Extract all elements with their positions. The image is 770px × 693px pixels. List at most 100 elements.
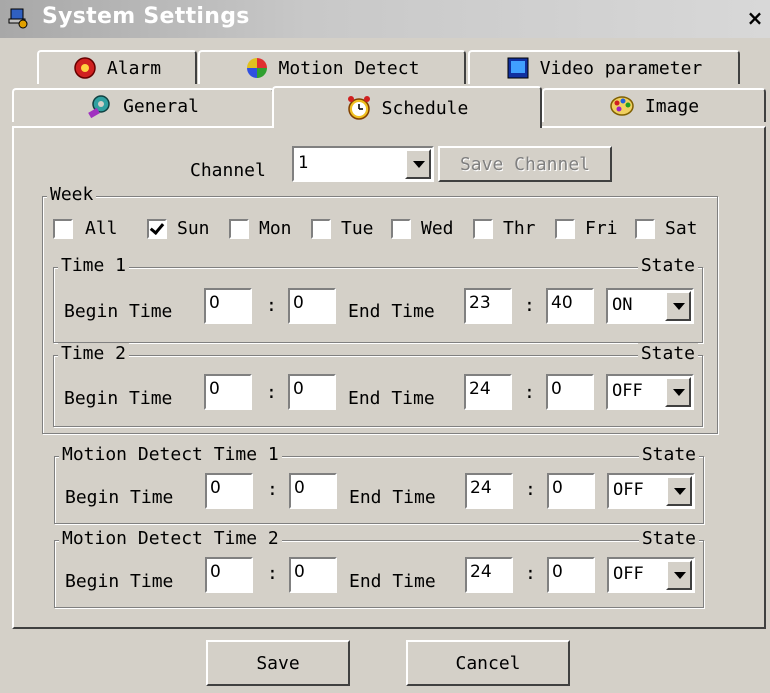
tab-schedule-label: Schedule (381, 97, 469, 119)
md1-state-label: State (638, 444, 699, 466)
app-icon (8, 8, 28, 29)
md2-end-label: End Time (349, 571, 436, 592)
time2-state-select[interactable]: OFF (606, 374, 694, 410)
time2-end-colon: : (524, 382, 535, 403)
md1-begin-hour-input[interactable]: 0 (205, 473, 253, 509)
week-group: Week All Sun Mon Tue Wed Thr Fri Sat Tim… (42, 184, 718, 434)
tab-general-label: General (123, 95, 199, 117)
md1-begin-colon: : (267, 479, 278, 500)
tab-motion-detect-label: Motion Detect (278, 57, 420, 79)
time2-legend: Time 2 (58, 343, 130, 365)
tab-video-parameter-label: Video parameter (539, 57, 703, 79)
md1-end-minute-input[interactable]: 0 (547, 473, 595, 509)
alarm-clock-icon (347, 96, 370, 120)
checkbox-sat-label: Sat (665, 218, 698, 239)
schedule-panel: Channel 1 Save Channel Week All Sun Mon … (12, 126, 766, 629)
checkbox-thr[interactable] (473, 219, 493, 239)
checkbox-tue-label: Tue (341, 218, 374, 239)
time1-end-minute-input[interactable]: 40 (546, 288, 594, 324)
checkbox-fri-label: Fri (585, 218, 618, 239)
save-button[interactable]: Save (206, 640, 350, 686)
close-button[interactable]: × (744, 7, 766, 29)
md1-begin-minute-input[interactable]: 0 (289, 473, 337, 509)
md2-begin-label: Begin Time (65, 571, 174, 592)
time2-begin-minute-input[interactable]: 0 (288, 374, 336, 410)
time1-group: Time 1 State Begin Time 0 : 0 End Time 2… (53, 255, 703, 343)
time1-legend: Time 1 (58, 255, 130, 277)
checkbox-mon[interactable] (229, 219, 249, 239)
time1-begin-minute-input[interactable]: 0 (288, 288, 336, 324)
time1-state-label: State (637, 255, 698, 277)
time1-begin-colon: : (266, 295, 277, 316)
time1-begin-hour-input[interactable]: 0 (204, 288, 252, 324)
tab-alarm-label: Alarm (106, 57, 162, 79)
tab-schedule[interactable]: Schedule (272, 86, 542, 128)
time1-end-hour-input[interactable]: 23 (464, 288, 512, 324)
md2-begin-minute-input[interactable]: 0 (289, 557, 337, 593)
md1-state-dropdown-button[interactable] (666, 476, 692, 506)
time2-begin-colon: : (266, 382, 277, 403)
time2-state-dropdown-button[interactable] (665, 377, 691, 407)
time1-state-dropdown-button[interactable] (665, 291, 691, 321)
monitor-icon (507, 57, 529, 79)
save-channel-button[interactable]: Save Channel (438, 146, 612, 182)
md2-end-minute-input[interactable]: 0 (547, 557, 595, 593)
time2-begin-hour-input[interactable]: 0 (204, 374, 252, 410)
tab-motion-detect[interactable]: Motion Detect (198, 50, 466, 84)
time1-begin-label: Begin Time (64, 301, 173, 322)
time2-end-hour-input[interactable]: 24 (464, 374, 512, 410)
md2-begin-colon: : (267, 563, 278, 584)
tab-general[interactable]: General (12, 88, 274, 122)
md1-end-colon: : (525, 479, 536, 500)
md2-begin-hour-input[interactable]: 0 (205, 557, 253, 593)
palette-icon (610, 96, 634, 116)
cancel-button[interactable]: Cancel (406, 640, 570, 686)
md2-legend: Motion Detect Time 2 (59, 528, 282, 550)
alarm-icon (74, 57, 96, 79)
channel-value: 1 (298, 153, 309, 173)
time1-end-label: End Time (348, 301, 435, 322)
time1-state-select[interactable]: ON (606, 288, 694, 324)
md2-state-select[interactable]: OFF (607, 557, 695, 593)
tab-alarm[interactable]: Alarm (37, 50, 197, 84)
md2-state-label: State (638, 528, 699, 550)
time1-state-value: ON (612, 295, 633, 315)
md1-end-label: End Time (349, 487, 436, 508)
title-bar: System Settings × (0, 0, 770, 38)
md1-begin-label: Begin Time (65, 487, 174, 508)
checkbox-thr-label: Thr (503, 218, 536, 239)
checkbox-fri[interactable] (555, 219, 575, 239)
time2-begin-label: Begin Time (64, 388, 173, 409)
channel-select[interactable]: 1 (292, 146, 434, 182)
md1-state-select[interactable]: OFF (607, 473, 695, 509)
md2-end-colon: : (525, 563, 536, 584)
channel-dropdown-button[interactable] (405, 149, 431, 179)
checkbox-sun-label: Sun (177, 218, 210, 239)
week-legend: Week (47, 184, 97, 206)
checkbox-tue[interactable] (311, 219, 331, 239)
time2-group: Time 2 State Begin Time 0 : 0 End Time 2… (53, 343, 703, 427)
checkbox-all[interactable] (53, 219, 73, 239)
md2-state-dropdown-button[interactable] (666, 560, 692, 590)
color-wheel-icon (246, 58, 267, 78)
md1-state-value: OFF (613, 480, 644, 500)
channel-label: Channel (190, 160, 266, 181)
md2-end-hour-input[interactable]: 24 (465, 557, 513, 593)
md1-group: Motion Detect Time 1 State Begin Time 0 … (54, 444, 704, 524)
checkbox-wed-label: Wed (421, 218, 454, 239)
checkbox-sat[interactable] (635, 219, 655, 239)
tab-video-parameter[interactable]: Video parameter (468, 50, 740, 84)
time1-end-colon: : (524, 295, 535, 316)
tab-image[interactable]: Image (542, 88, 766, 122)
time2-state-label: State (637, 343, 698, 365)
gear-icon (88, 95, 110, 119)
md2-group: Motion Detect Time 2 State Begin Time 0 … (54, 528, 704, 608)
md1-end-hour-input[interactable]: 24 (465, 473, 513, 509)
checkbox-all-label: All (85, 218, 118, 239)
window-title: System Settings (42, 4, 250, 29)
time2-end-minute-input[interactable]: 0 (546, 374, 594, 410)
checkbox-wed[interactable] (391, 219, 411, 239)
time2-end-label: End Time (348, 388, 435, 409)
md1-legend: Motion Detect Time 1 (59, 444, 282, 466)
checkbox-sun[interactable] (147, 219, 167, 239)
